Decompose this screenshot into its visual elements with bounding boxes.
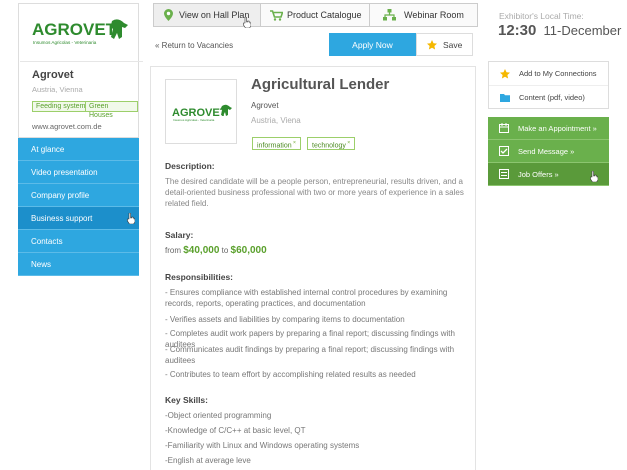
nav-label: News xyxy=(31,260,52,269)
description-text: The desired candidate will be a people p… xyxy=(165,177,464,208)
map-pin-icon xyxy=(164,9,173,21)
nav-company-profile[interactable]: Company profile xyxy=(18,184,139,207)
salary-heading: Salary: xyxy=(165,230,194,240)
job-title: Agricultural Lender xyxy=(251,76,390,93)
company-location: Austria, Vienna xyxy=(32,85,83,94)
company-name: Agrovet xyxy=(32,69,74,81)
action-label: Make an Appointment » xyxy=(518,123,597,133)
logo-wordmark: AGROVET xyxy=(32,20,117,39)
add-to-connections-link[interactable]: Add to My Connections xyxy=(489,62,608,85)
nav-label: Video presentation xyxy=(31,168,98,177)
company-sidebar: AGROVET Insumos Agricolas - Veterinaria … xyxy=(18,3,143,276)
company-tag[interactable]: Feeding system xyxy=(32,101,90,112)
tag-remove-icon[interactable]: × xyxy=(346,140,350,146)
logo-subtitle: Insumos Agricolas - Veterinaria xyxy=(33,40,97,45)
nav-label: Company profile xyxy=(31,191,90,200)
company-logo[interactable]: AGROVET Insumos Agricolas - Veterinaria xyxy=(20,5,143,62)
job-tag-label: technology xyxy=(312,142,346,150)
product-catalogue-button[interactable]: Product Catalogue xyxy=(261,4,370,26)
nav-label: Contacts xyxy=(31,237,63,246)
link-label: Add to My Connections xyxy=(519,69,597,78)
job-tag[interactable]: technology × xyxy=(307,137,356,150)
job-company-logo: AGROVET Insumos Agricolas - Veterinaria xyxy=(165,79,237,144)
job-offers-button[interactable]: Job Offers » xyxy=(488,163,609,186)
return-to-vacancies-link[interactable]: « Return to Vacancies xyxy=(155,41,233,50)
time-value: 12:30 xyxy=(498,22,537,39)
vacancy-details: AGROVET Insumos Agricolas - Veterinaria … xyxy=(150,66,476,470)
network-icon xyxy=(383,9,396,21)
view-hall-plan-button[interactable]: View on Hall Plan xyxy=(154,4,261,28)
logo-subtitle: Insumos Agricolas - Veterinaria xyxy=(173,118,215,122)
skill-item: -Object oriented programming xyxy=(165,411,272,420)
save-button[interactable]: Save xyxy=(416,33,473,56)
company-tag[interactable]: Green Houses xyxy=(85,101,138,119)
nav-contacts[interactable]: Contacts xyxy=(18,230,139,253)
skills-heading: Key Skills: xyxy=(165,395,208,405)
folder-icon xyxy=(500,93,510,102)
responsibilities-heading: Responsibilities: xyxy=(165,272,234,282)
send-message-button[interactable]: Send Message » xyxy=(488,140,609,163)
job-location: Austria, Viena xyxy=(251,116,301,125)
nav-at-glance[interactable]: At glance xyxy=(18,138,139,161)
company-url[interactable]: www.agrovet.com.de xyxy=(32,122,102,131)
nav-label: At glance xyxy=(31,145,65,154)
salary-to: $60,000 xyxy=(230,245,267,256)
make-appointment-button[interactable]: Make an Appointment » xyxy=(488,117,609,140)
save-label: Save xyxy=(443,39,463,50)
skill-item: -English at average leve xyxy=(165,456,251,465)
webinar-label: Webinar Room xyxy=(404,10,464,20)
agrovet-logo-icon: AGROVET Insumos Agricolas - Veterinaria xyxy=(172,104,232,122)
salary-from: $40,000 xyxy=(183,245,220,256)
job-company[interactable]: Agrovet xyxy=(251,101,279,110)
exhibitor-actions: Make an Appointment » Send Message » Job… xyxy=(488,117,609,186)
company-card: AGROVET Insumos Agricolas - Veterinaria … xyxy=(18,3,143,138)
nav-news[interactable]: News xyxy=(18,253,139,276)
list-icon xyxy=(499,169,509,179)
hall-plan-label: View on Hall Plan xyxy=(179,10,250,20)
company-nav: At glance Video presentation Company pro… xyxy=(18,138,139,276)
responsibility-item: - Ensures compliance with established in… xyxy=(165,288,448,308)
salary-to-label: to xyxy=(221,246,229,255)
responsibility-item: - Communicates audit findings by prepari… xyxy=(165,345,455,365)
hand-cursor-icon xyxy=(243,17,251,28)
calendar-icon xyxy=(499,123,509,133)
description-heading: Description: xyxy=(165,161,215,171)
nav-business-support[interactable]: Business support xyxy=(18,207,139,230)
checkbox-icon xyxy=(499,146,509,156)
responsibility-item: - Contributes to team effort by accompli… xyxy=(165,370,416,379)
star-icon xyxy=(427,39,437,49)
content-link[interactable]: Content (pdf, video) xyxy=(489,85,608,108)
nav-label: Business support xyxy=(31,214,93,223)
tag-remove-icon[interactable]: × xyxy=(292,140,296,146)
date-value: 11-December xyxy=(543,23,622,38)
responsibility-item: - Verifies assets and liabilities by com… xyxy=(165,315,405,324)
action-label: Job Offers » xyxy=(518,169,559,179)
job-tag[interactable]: information × xyxy=(252,137,301,150)
skill-item: -Familiarity with Linux and Windows oper… xyxy=(165,441,360,450)
cart-icon xyxy=(270,9,283,21)
local-time-label: Exhibitor's Local Time: xyxy=(499,11,584,21)
hand-cursor-icon xyxy=(127,213,135,224)
exhibitor-links: Add to My Connections Content (pdf, vide… xyxy=(488,61,609,109)
skill-item: -Knowledge of C/C++ at basic level, QT xyxy=(165,426,306,435)
action-label: Send Message » xyxy=(518,146,575,156)
top-nav: View on Hall Plan Product Catalogue Webi… xyxy=(153,3,478,28)
catalogue-label: Product Catalogue xyxy=(287,10,362,20)
webinar-room-button[interactable]: Webinar Room xyxy=(370,4,477,26)
star-icon xyxy=(500,68,510,78)
local-time: 12:30 11-December xyxy=(498,22,621,39)
apply-now-button[interactable]: Apply Now xyxy=(329,33,416,56)
salary-range: from $40,000 to $60,000 xyxy=(165,245,267,256)
nav-video-presentation[interactable]: Video presentation xyxy=(18,161,139,184)
job-tag-label: information xyxy=(257,142,292,150)
hand-cursor-icon xyxy=(590,171,598,182)
agrovet-logo-icon: AGROVET Insumos Agricolas - Veterinaria xyxy=(32,19,128,45)
link-label: Content (pdf, video) xyxy=(519,92,585,102)
salary-from-label: from xyxy=(165,246,181,255)
